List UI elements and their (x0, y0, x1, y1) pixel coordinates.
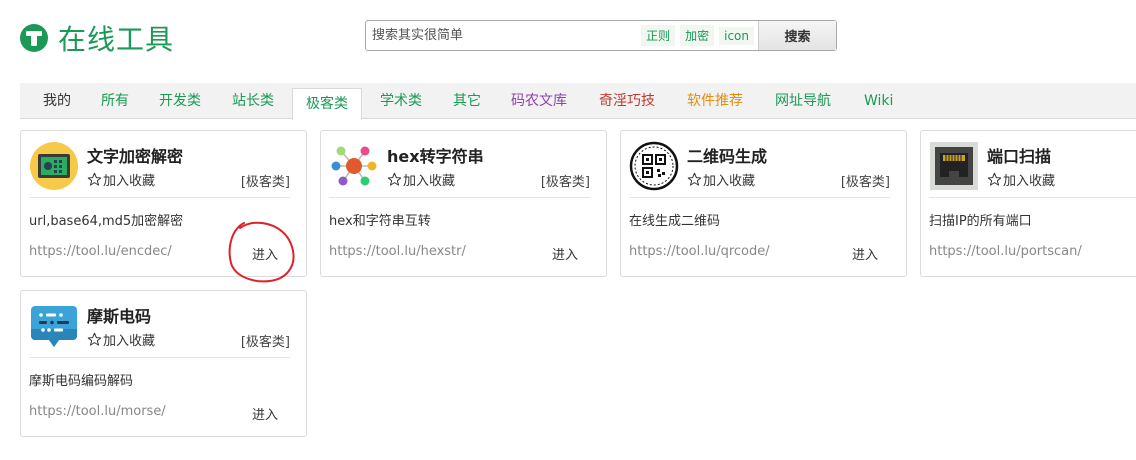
card-url: https://tool.lu/morse/ (29, 404, 166, 419)
card-description: 扫描IP的所有端口 (929, 214, 1032, 229)
divider (329, 197, 590, 198)
tab-other[interactable]: 其它 (453, 83, 481, 119)
category-tag[interactable]: [极客类] (841, 171, 890, 190)
tab-academic[interactable]: 学术类 (380, 83, 422, 119)
star-icon (87, 172, 102, 186)
category-tabs: 我的 所有 开发类 站长类 极客类 学术类 其它 码农文库 奇淫巧技 软件推荐 … (20, 83, 1136, 120)
enter-button[interactable]: 进入 (552, 244, 578, 263)
card-title[interactable]: 端口扫描 (987, 143, 1051, 167)
card-title[interactable]: hex转字符串 (387, 143, 484, 167)
category-tag[interactable]: [极客类] (241, 171, 290, 190)
tool-card-encdec[interactable]: 文字加密解密 加入收藏 [极客类] url,base64,md5加密解密 htt… (20, 130, 307, 277)
tab-all[interactable]: 所有 (101, 83, 129, 119)
add-favorite-label: 加入收藏 (403, 174, 456, 189)
qrcode-icon (629, 141, 679, 191)
card-description: 在线生成二维码 (629, 214, 721, 229)
star-icon (687, 172, 702, 186)
enter-button[interactable]: 进入 (252, 404, 278, 423)
enter-button[interactable]: 进入 (252, 244, 278, 263)
card-title[interactable]: 二维码生成 (687, 143, 767, 167)
card-description: url,base64,md5加密解密 (29, 214, 184, 229)
add-favorite-label: 加入收藏 (103, 174, 156, 189)
tab-webmaster[interactable]: 站长类 (232, 83, 274, 119)
tab-navigation[interactable]: 网址导航 (775, 83, 831, 119)
search-input[interactable] (366, 21, 637, 50)
site-logo[interactable]: 在线工具 (20, 18, 174, 58)
add-favorite-button[interactable]: 加入收藏 (87, 330, 155, 349)
card-url: https://tool.lu/hexstr/ (329, 244, 466, 259)
card-url: https://tool.lu/qrcode/ (629, 244, 770, 259)
card-title[interactable]: 摩斯电码 (87, 303, 151, 327)
tab-dev[interactable]: 开发类 (159, 83, 201, 119)
add-favorite-label: 加入收藏 (103, 334, 156, 349)
tab-coder-library[interactable]: 码农文库 (511, 83, 567, 119)
card-url: https://tool.lu/encdec/ (29, 244, 172, 259)
search-button[interactable]: 搜索 (758, 21, 836, 50)
card-description: 摩斯电码编码解码 (29, 374, 134, 389)
divider (629, 197, 890, 198)
search-tag-icon[interactable]: icon (719, 26, 754, 45)
search-tag-encrypt[interactable]: 加密 (680, 25, 715, 46)
add-favorite-button[interactable]: 加入收藏 (987, 170, 1055, 189)
divider (929, 197, 1136, 198)
add-favorite-label: 加入收藏 (703, 174, 756, 189)
add-favorite-button[interactable]: 加入收藏 (387, 170, 455, 189)
star-icon (387, 172, 402, 186)
safe-icon (30, 142, 78, 190)
tab-software[interactable]: 软件推荐 (687, 83, 743, 119)
tab-geek[interactable]: 极客类 (292, 88, 362, 120)
tool-card-morse[interactable]: 摩斯电码 加入收藏 [极客类] 摩斯电码编码解码 https://tool.lu… (20, 290, 307, 437)
network-icon (331, 146, 377, 186)
tab-mine[interactable]: 我的 (43, 83, 71, 119)
star-icon (987, 172, 1002, 186)
tab-wiki[interactable]: Wiki (864, 83, 893, 119)
star-icon (87, 332, 102, 346)
category-tag[interactable]: [极客类] (541, 171, 590, 190)
morse-chat-icon (31, 306, 77, 347)
add-favorite-button[interactable]: 加入收藏 (687, 170, 755, 189)
category-tag[interactable]: [极客类] (241, 331, 290, 350)
ethernet-port-icon (930, 142, 978, 190)
search-tag-regex[interactable]: 正则 (641, 25, 676, 46)
tab-tricks[interactable]: 奇淫巧技 (599, 83, 655, 119)
card-url: https://tool.lu/portscan/ (929, 244, 1082, 259)
divider (29, 357, 290, 358)
enter-button[interactable]: 进入 (852, 244, 878, 263)
tool-card-portscan[interactable]: 端口扫描 加入收藏 扫描IP的所有端口 https://tool.lu/port… (920, 130, 1136, 277)
tool-card-hexstr[interactable]: hex转字符串 加入收藏 [极客类] hex和字符串互转 https://too… (320, 130, 607, 277)
logo-text: 在线工具 (58, 23, 175, 56)
divider (29, 197, 290, 198)
card-description: hex和字符串互转 (329, 214, 431, 229)
add-favorite-label: 加入收藏 (1003, 174, 1056, 189)
logo-icon (20, 24, 48, 52)
add-favorite-button[interactable]: 加入收藏 (87, 170, 155, 189)
tool-card-qrcode[interactable]: 二维码生成 加入收藏 [极客类] 在线生成二维码 https://tool.lu… (620, 130, 907, 277)
card-title[interactable]: 文字加密解密 (87, 143, 183, 167)
search-tags: 正则 加密 icon (636, 21, 758, 50)
search-bar: 正则 加密 icon 搜索 (365, 20, 837, 51)
